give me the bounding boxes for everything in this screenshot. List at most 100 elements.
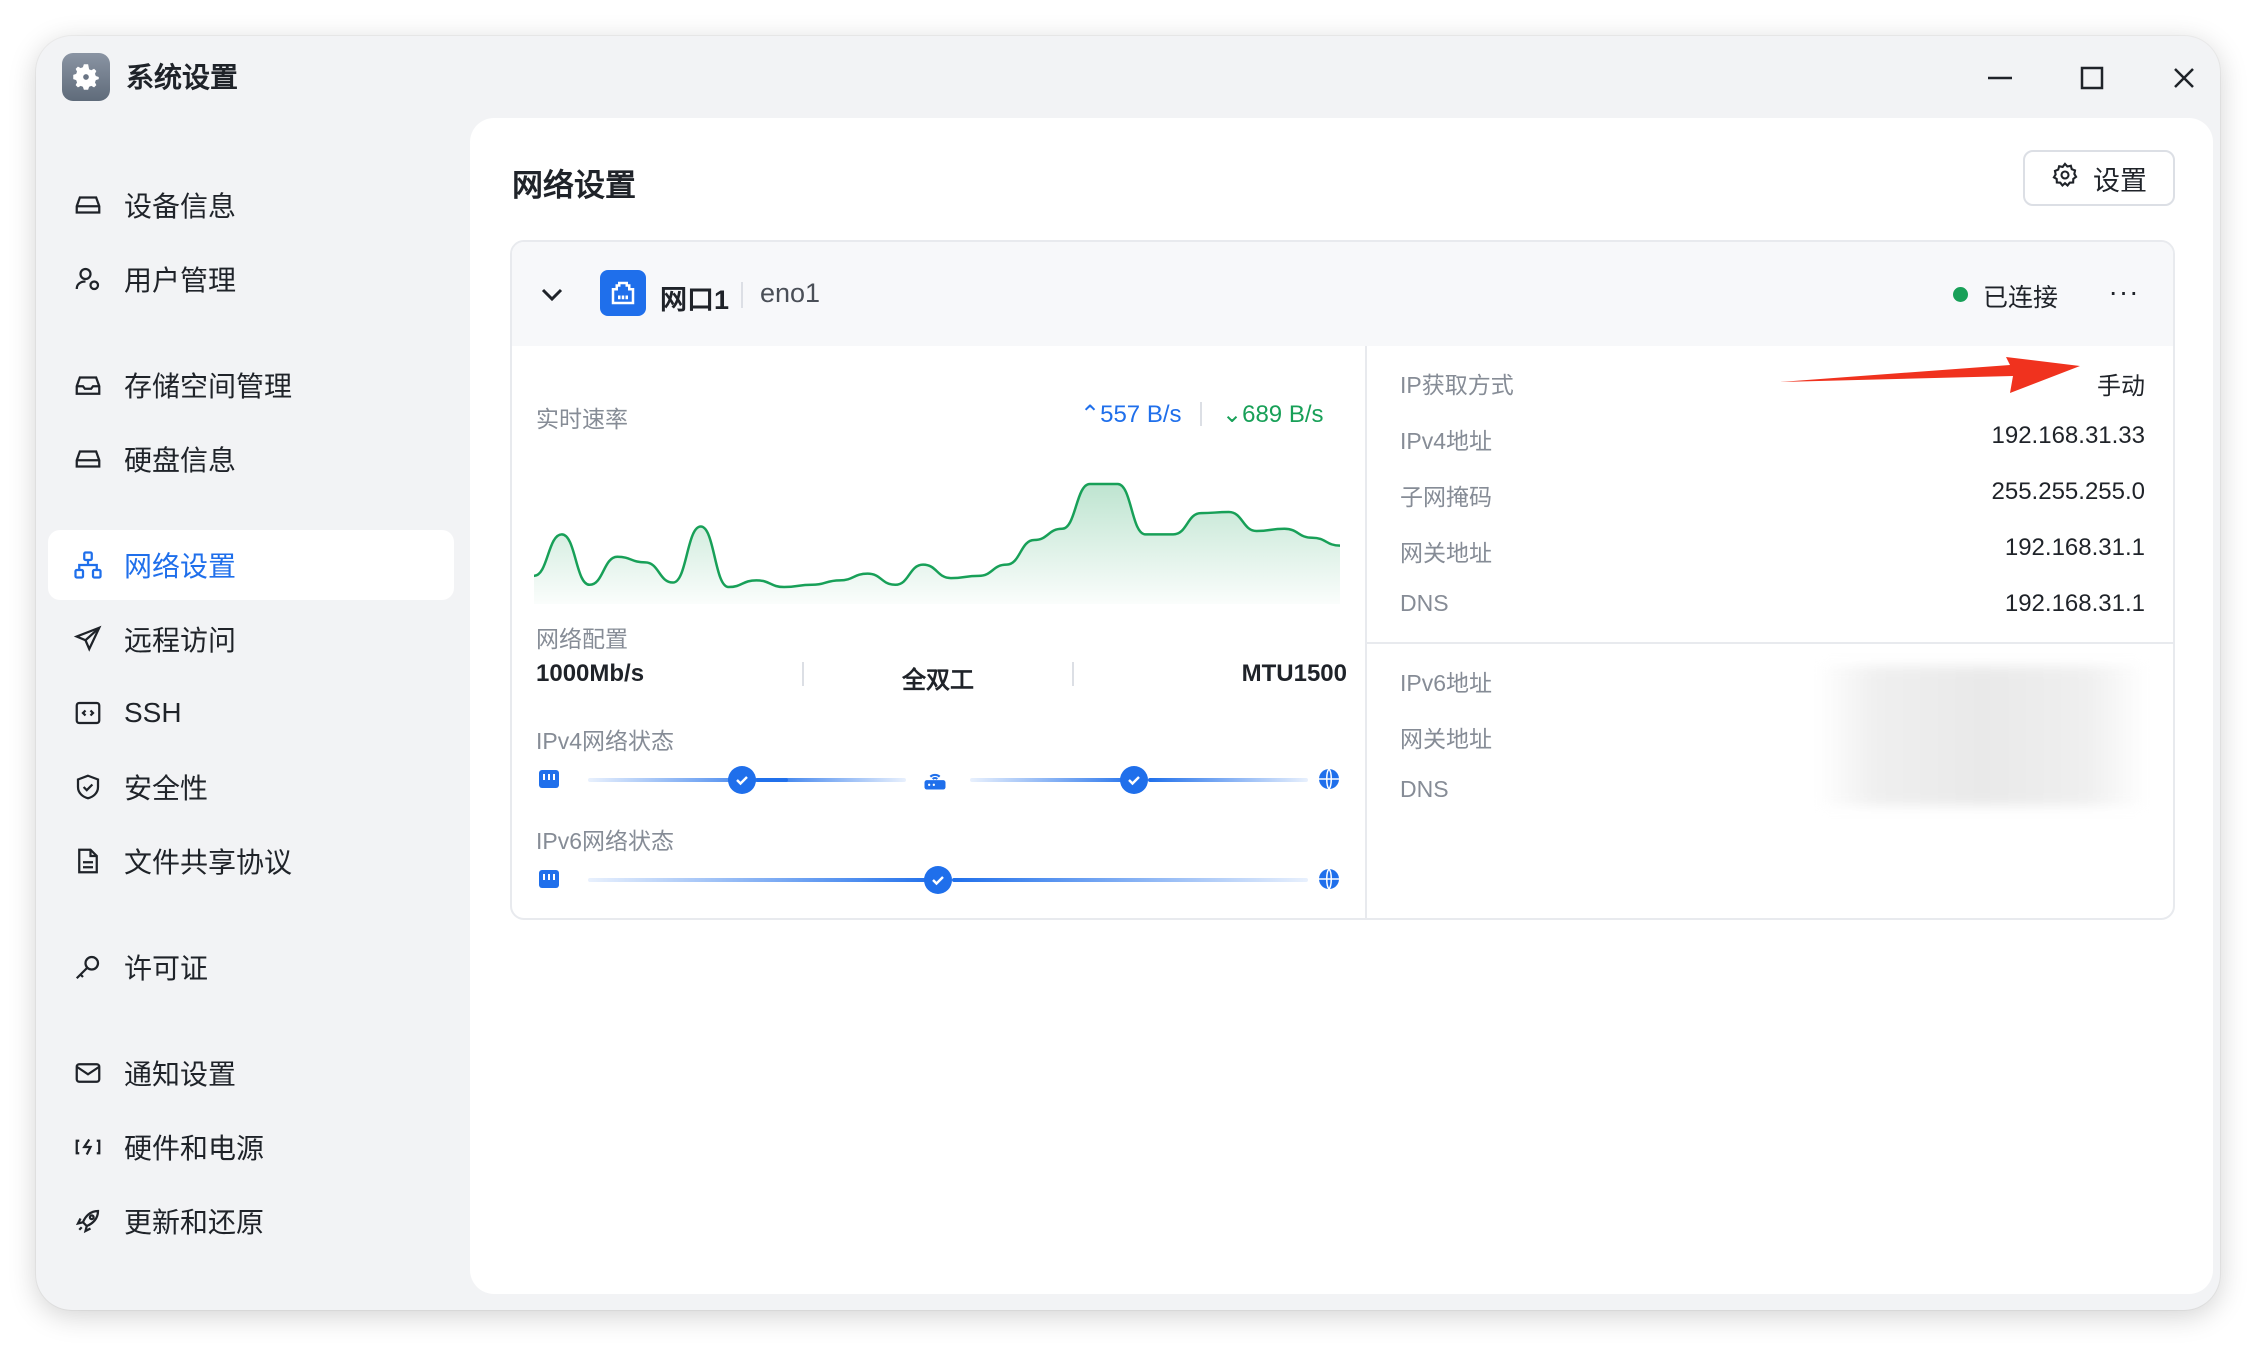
interface-header[interactable]: 网口1 eno1 已连接 ··· bbox=[512, 242, 2173, 346]
dns-value: 192.168.31.1 bbox=[2004, 590, 2145, 617]
ipv6-gateway-label: 网关地址 bbox=[1400, 726, 1492, 752]
mail-icon bbox=[72, 1057, 104, 1089]
config-divider bbox=[1072, 662, 1074, 686]
close-button[interactable] bbox=[2162, 56, 2206, 100]
ethernet-port-icon bbox=[600, 270, 646, 316]
sidebar-item-license[interactable]: 许可证 bbox=[48, 932, 454, 1002]
network-icon bbox=[72, 549, 104, 581]
shield-icon bbox=[72, 771, 104, 803]
ipv6-internet-track bbox=[952, 878, 1308, 882]
sidebar-item-label: 许可证 bbox=[124, 953, 209, 984]
sidebar-item-users[interactable]: 用户管理 bbox=[48, 244, 454, 314]
sidebar-item-network[interactable]: 网络设置 bbox=[48, 530, 454, 600]
sidebar-item-notifications[interactable]: 通知设置 bbox=[48, 1038, 454, 1108]
page-title: 网络设置 bbox=[512, 168, 636, 203]
gateway-label: 网关地址 bbox=[1400, 540, 1492, 566]
more-options-icon[interactable]: ··· bbox=[2104, 272, 2144, 312]
ip-method-label: IP获取方式 bbox=[1400, 372, 1514, 398]
section-divider bbox=[1367, 642, 2173, 644]
ipv6-address-label: IPv6地址 bbox=[1400, 670, 1493, 696]
download-speed-value: 689 B/s bbox=[1242, 401, 1324, 428]
sidebar-item-hardware-power[interactable]: 硬件和电源 bbox=[48, 1112, 454, 1182]
interface-device: eno1 bbox=[760, 278, 821, 308]
gear-icon bbox=[62, 53, 110, 101]
dns-label: DNS bbox=[1400, 590, 1449, 616]
check-icon bbox=[728, 766, 756, 794]
check-icon bbox=[1120, 766, 1148, 794]
upload-speed-value: 557 B/s bbox=[1100, 401, 1182, 428]
sidebar-item-label: 文件共享协议 bbox=[124, 847, 293, 878]
globe-icon bbox=[1316, 866, 1342, 892]
ethernet-port-icon bbox=[536, 766, 562, 792]
send-icon bbox=[72, 623, 104, 655]
user-icon bbox=[72, 263, 104, 295]
ipv6-link-track bbox=[588, 878, 938, 882]
sidebar: 设备信息 用户管理 存储空间管理 硬盘信息 网络设置 远程访问 SSH 安全性 bbox=[36, 148, 476, 1310]
subnet-mask-label: 子网掩码 bbox=[1400, 484, 1492, 510]
realtime-speed-label: 实时速率 bbox=[536, 406, 628, 432]
sidebar-item-disks[interactable]: 硬盘信息 bbox=[48, 424, 454, 494]
header-divider bbox=[741, 282, 743, 308]
interface-name: 网口1 bbox=[660, 285, 730, 315]
ip-method-value: 手动 bbox=[2097, 373, 2145, 400]
arrow-up-icon: ⌃ bbox=[1080, 401, 1101, 428]
sparkline-area bbox=[534, 484, 1340, 604]
window-title: 系统设置 bbox=[126, 62, 239, 93]
config-mtu: MTU1500 bbox=[1241, 660, 1347, 687]
sidebar-item-ssh[interactable]: SSH bbox=[48, 678, 454, 748]
redacted-ipv6-values bbox=[1817, 666, 2147, 806]
document-icon bbox=[72, 845, 104, 877]
upload-speed: ⌃557 B/s bbox=[1080, 400, 1182, 429]
status-dot bbox=[1953, 287, 1968, 302]
maximize-button[interactable] bbox=[2070, 56, 2114, 100]
config-speed: 1000Mb/s bbox=[536, 660, 645, 687]
sidebar-item-label: 硬盘信息 bbox=[124, 445, 237, 476]
status-badge: 已连接 bbox=[1983, 284, 2059, 312]
sidebar-item-storage[interactable]: 存储空间管理 bbox=[48, 350, 454, 420]
storage-icon bbox=[72, 369, 104, 401]
hard-drive-icon bbox=[72, 189, 104, 221]
ipv4-status-label: IPv4网络状态 bbox=[536, 728, 675, 754]
annotation-arrow-icon bbox=[1780, 357, 2080, 393]
chevron-down-icon[interactable] bbox=[536, 278, 568, 310]
minimize-button[interactable] bbox=[1978, 56, 2022, 100]
settings-button[interactable]: 设置 bbox=[2023, 150, 2175, 206]
sidebar-item-label: 硬件和电源 bbox=[124, 1133, 265, 1164]
globe-icon bbox=[1316, 766, 1342, 792]
gear-icon bbox=[2051, 161, 2079, 196]
sidebar-item-label: SSH bbox=[124, 697, 182, 728]
sidebar-item-label: 通知设置 bbox=[124, 1059, 237, 1090]
ipv4-link-track bbox=[756, 778, 906, 782]
ipv4-internet-track bbox=[970, 778, 1140, 782]
ipv4-address-label: IPv4地址 bbox=[1400, 428, 1493, 454]
ethernet-port-icon bbox=[536, 866, 562, 892]
sidebar-item-label: 安全性 bbox=[124, 773, 209, 804]
speed-sparkline bbox=[534, 482, 1340, 604]
main-panel: 网络设置 设置 网口1 eno1 已连接 ··· 实时速率 ⌃557 B/s ⌄… bbox=[470, 118, 2213, 1294]
config-duplex: 全双工 bbox=[902, 667, 974, 694]
sidebar-item-label: 应用 bbox=[124, 1307, 180, 1310]
ipv4-internet-track bbox=[1148, 778, 1308, 782]
arrow-down-icon: ⌄ bbox=[1222, 401, 1243, 428]
sidebar-item-security[interactable]: 安全性 bbox=[48, 752, 454, 822]
rocket-icon bbox=[72, 1205, 104, 1237]
config-divider bbox=[802, 662, 804, 686]
sidebar-item-label: 存储空间管理 bbox=[124, 371, 293, 402]
disk-icon bbox=[72, 443, 104, 475]
sidebar-item-label: 设备信息 bbox=[124, 191, 237, 222]
gateway-value: 192.168.31.1 bbox=[2004, 534, 2145, 561]
sidebar-item-label: 用户管理 bbox=[124, 265, 237, 296]
settings-button-label: 设置 bbox=[2093, 165, 2147, 196]
sidebar-item-update-restore[interactable]: 更新和还原 bbox=[48, 1186, 454, 1256]
sidebar-item-file-sharing[interactable]: 文件共享协议 bbox=[48, 826, 454, 896]
power-icon bbox=[72, 1131, 104, 1163]
sidebar-item-label: 远程访问 bbox=[124, 625, 237, 656]
sidebar-item-device-info[interactable]: 设备信息 bbox=[48, 170, 454, 240]
sidebar-item-apps[interactable]: 应用 bbox=[48, 1292, 454, 1310]
sidebar-item-remote-access[interactable]: 远程访问 bbox=[48, 604, 454, 674]
sidebar-item-label: 网络设置 bbox=[124, 551, 237, 582]
ipv6-dns-label: DNS bbox=[1400, 776, 1449, 802]
key-icon bbox=[72, 951, 104, 983]
system-settings-window: 系统设置 设备信息 用户管理 存储空间管理 硬盘信息 网络设置 远程访问 SSH… bbox=[36, 36, 2220, 1310]
network-config-label: 网络配置 bbox=[536, 626, 628, 652]
